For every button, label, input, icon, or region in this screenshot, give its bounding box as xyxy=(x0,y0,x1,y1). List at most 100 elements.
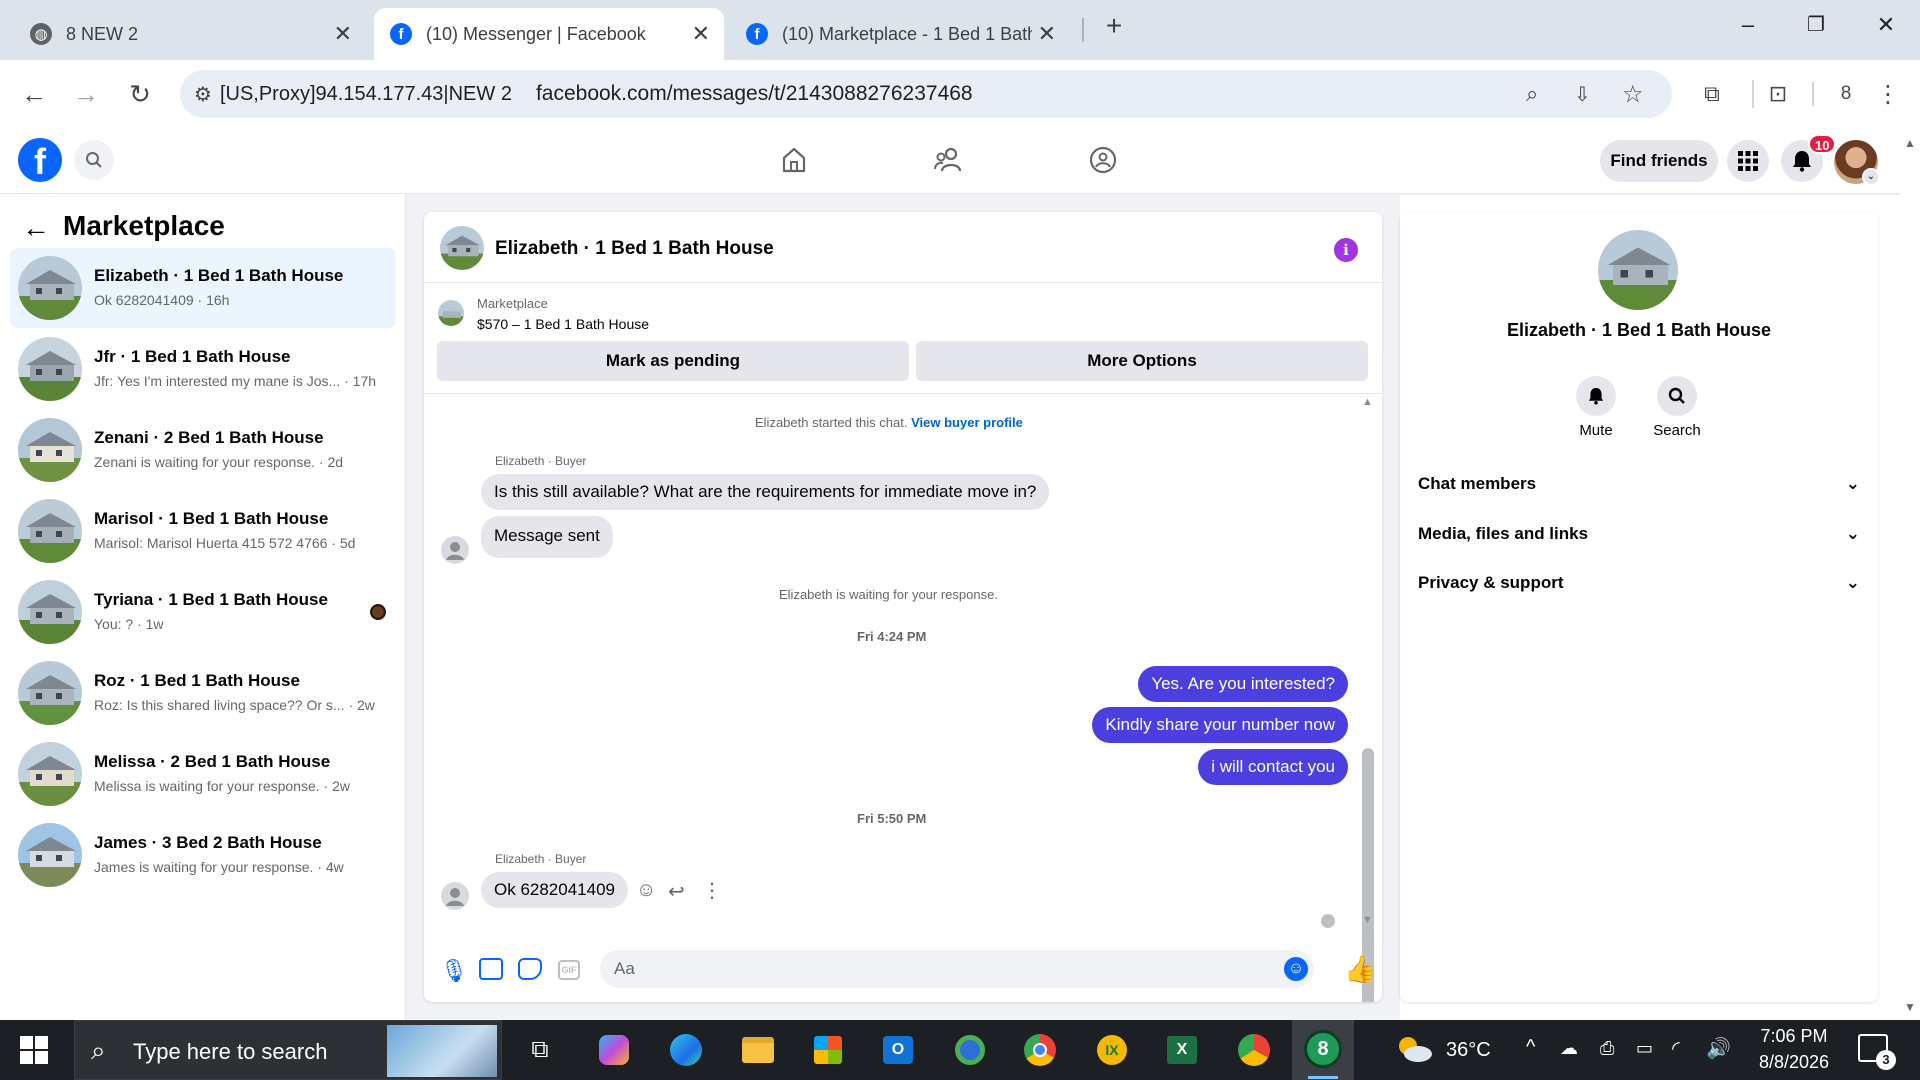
wifi-icon[interactable]: ◜ xyxy=(1672,1036,1680,1061)
microphone-icon[interactable]: 🎙 xyxy=(440,958,468,984)
incoming-message[interactable]: Message sent xyxy=(481,516,613,558)
gif-icon[interactable]: GIF xyxy=(558,960,580,980)
temperature[interactable]: 36°C xyxy=(1446,1039,1491,1062)
close-window-button[interactable]: ✕ xyxy=(1866,12,1906,48)
extensions-icon[interactable]: ⧉ xyxy=(1692,74,1732,114)
page-scrollbar[interactable]: ▲ ▼ xyxy=(1900,128,1920,1020)
zoom-icon[interactable]: ⌕ xyxy=(1526,81,1538,107)
tab-8-new-2[interactable]: ◍ 8 NEW 2 ✕ xyxy=(14,8,366,60)
friends-icon[interactable] xyxy=(930,142,966,178)
volume-icon[interactable]: 🔊 xyxy=(1706,1036,1731,1061)
tab-messenger[interactable]: f (10) Messenger | Facebook ✕ xyxy=(374,8,724,60)
mark-as-pending-button[interactable]: Mark as pending xyxy=(437,341,909,381)
react-emoji-icon[interactable]: ☺ xyxy=(636,879,656,902)
search-label[interactable]: Search xyxy=(1647,422,1707,439)
listing-title[interactable]: $570 – 1 Bed 1 Bath House xyxy=(477,316,649,332)
conversation-item[interactable]: James · 3 Bed 2 Bath House James is waiti… xyxy=(10,815,396,895)
microsoft-store-icon[interactable] xyxy=(810,1032,846,1068)
url-text[interactable]: facebook.com/messages/t/2143088276237468 xyxy=(536,82,973,106)
menu-grid-icon[interactable] xyxy=(1727,140,1769,182)
taskbar-search-box[interactable]: ⌕ Type here to search xyxy=(74,1020,502,1080)
conversation-item[interactable]: Marisol · 1 Bed 1 Bath House Marisol: Mar… xyxy=(10,491,396,571)
sticker-icon[interactable] xyxy=(518,958,542,980)
browser-menu-icon[interactable]: ⋮ xyxy=(1868,74,1908,114)
copilot-icon[interactable] xyxy=(596,1032,632,1068)
home-icon[interactable] xyxy=(776,142,812,178)
conversation-item[interactable]: Melissa · 2 Bed 1 Bath House Melissa is w… xyxy=(10,734,396,814)
battery-icon[interactable]: ▭ xyxy=(1636,1038,1653,1059)
conversation-item[interactable]: Roz · 1 Bed 1 Bath House Roz: Is this sha… xyxy=(10,653,396,733)
new-tab-button[interactable]: + xyxy=(1096,10,1132,50)
conversation-item[interactable]: Zenani · 2 Bed 1 Bath House Zenani is wai… xyxy=(10,410,396,490)
clock-time[interactable]: 7:06 PM xyxy=(1752,1026,1836,1047)
outgoing-message[interactable]: Kindly share your number now xyxy=(1092,707,1348,743)
section-media-files-links[interactable]: Media, files and links ⌄ xyxy=(1418,514,1860,554)
find-friends-button[interactable]: Find friends xyxy=(1600,140,1718,182)
close-tab-icon[interactable]: ✕ xyxy=(1038,21,1056,47)
back-arrow-icon[interactable]: ← xyxy=(22,212,50,244)
forward-arrow-icon[interactable]: → xyxy=(66,74,106,114)
close-tab-icon[interactable]: ✕ xyxy=(334,21,352,47)
incoming-message[interactable]: Ok 6282041409 xyxy=(481,872,628,908)
section-privacy-support[interactable]: Privacy & support ⌄ xyxy=(1418,563,1860,603)
chevron-down-icon[interactable]: ⌄ xyxy=(1862,168,1880,186)
edge-icon[interactable] xyxy=(668,1032,704,1068)
scroll-down-icon[interactable]: ▼ xyxy=(1904,1000,1916,1014)
more-actions-icon[interactable]: ⋮ xyxy=(702,878,722,903)
meet-icon[interactable]: ⎙ xyxy=(1600,1038,1614,1059)
chat-scrollbar[interactable]: ▲ ▼ xyxy=(1360,396,1376,1002)
view-buyer-profile-link[interactable]: View buyer profile xyxy=(911,415,1023,430)
minimize-button[interactable]: – xyxy=(1728,12,1768,48)
listing-avatar[interactable] xyxy=(1598,230,1678,310)
chrome-icon[interactable] xyxy=(1022,1032,1058,1068)
chrome-alt-icon[interactable] xyxy=(952,1032,988,1068)
mute-label[interactable]: Mute xyxy=(1571,422,1621,439)
incoming-message[interactable]: Is this still available? What are the re… xyxy=(481,474,1050,510)
restore-button[interactable]: ❐ xyxy=(1796,12,1836,48)
clock-date[interactable]: 8/8/2026 xyxy=(1752,1052,1836,1073)
back-arrow-icon[interactable]: ← xyxy=(14,74,54,114)
section-chat-members[interactable]: Chat members ⌄ xyxy=(1418,464,1860,504)
more-options-button[interactable]: More Options xyxy=(916,341,1368,381)
sender-avatar[interactable] xyxy=(441,882,469,910)
scroll-up-icon[interactable]: ▲ xyxy=(1904,136,1916,150)
show-hidden-icons-chevron-icon[interactable]: ^ xyxy=(1526,1036,1535,1059)
chat-avatar[interactable] xyxy=(440,226,484,270)
groups-icon[interactable] xyxy=(1085,142,1121,178)
address-bar[interactable]: ⚙ [US,Proxy]94.154.177.43|NEW 2 facebook… xyxy=(180,70,1672,118)
emoji-icon[interactable]: ☺ xyxy=(1284,957,1308,981)
facebook-logo-icon[interactable]: f xyxy=(18,138,62,182)
reply-icon[interactable]: ↩ xyxy=(668,879,685,904)
mute-bell-icon[interactable] xyxy=(1576,376,1616,416)
file-explorer-icon[interactable] xyxy=(740,1032,776,1068)
cloud-sync-icon[interactable]: ☁ xyxy=(1560,1038,1578,1059)
info-icon[interactable]: i xyxy=(1334,238,1358,262)
windows-start-icon[interactable] xyxy=(20,1036,48,1064)
conversation-item[interactable]: Elizabeth · 1 Bed 1 Bath House Ok 6282041… xyxy=(10,248,396,328)
outlook-icon[interactable]: O xyxy=(880,1032,916,1068)
scroll-up-icon[interactable]: ▲ xyxy=(1362,396,1373,408)
profile-count[interactable]: 8 xyxy=(1834,74,1858,114)
sender-avatar[interactable] xyxy=(441,536,469,564)
bookmark-star-icon[interactable]: ☆ xyxy=(1622,80,1644,109)
outgoing-message[interactable]: Yes. Are you interested? xyxy=(1138,666,1348,702)
scroll-down-icon[interactable]: ▼ xyxy=(1362,914,1373,926)
reload-icon[interactable]: ↻ xyxy=(120,74,160,114)
tab-search-icon[interactable]: ⊡ xyxy=(1758,74,1798,114)
chat-title[interactable]: Elizabeth · 1 Bed 1 Bath House xyxy=(495,238,774,260)
message-input[interactable]: Aa ☺ xyxy=(600,950,1314,988)
conversation-item[interactable]: Jfr · 1 Bed 1 Bath House Jfr: Yes I'm int… xyxy=(10,329,396,409)
chrome-profile-icon[interactable] xyxy=(1236,1032,1272,1068)
weather-cloud-icon[interactable] xyxy=(1394,1034,1434,1064)
app-ix-icon[interactable]: IX xyxy=(1094,1032,1130,1068)
listing-thumbnail[interactable] xyxy=(438,300,464,326)
like-thumbs-up-icon[interactable]: 👍 xyxy=(1344,954,1376,985)
search-icon[interactable] xyxy=(74,140,114,180)
install-app-icon[interactable]: ⇩ xyxy=(1574,82,1591,107)
photo-icon[interactable] xyxy=(479,958,503,980)
conversation-item[interactable]: Tyriana · 1 Bed 1 Bath House You: ? · 1w xyxy=(10,572,396,652)
site-settings-icon[interactable]: ⚙ xyxy=(194,82,212,107)
task-view-icon[interactable]: ⧉ xyxy=(522,1032,558,1068)
close-tab-icon[interactable]: ✕ xyxy=(692,21,710,47)
outgoing-message[interactable]: i will contact you xyxy=(1198,749,1348,785)
